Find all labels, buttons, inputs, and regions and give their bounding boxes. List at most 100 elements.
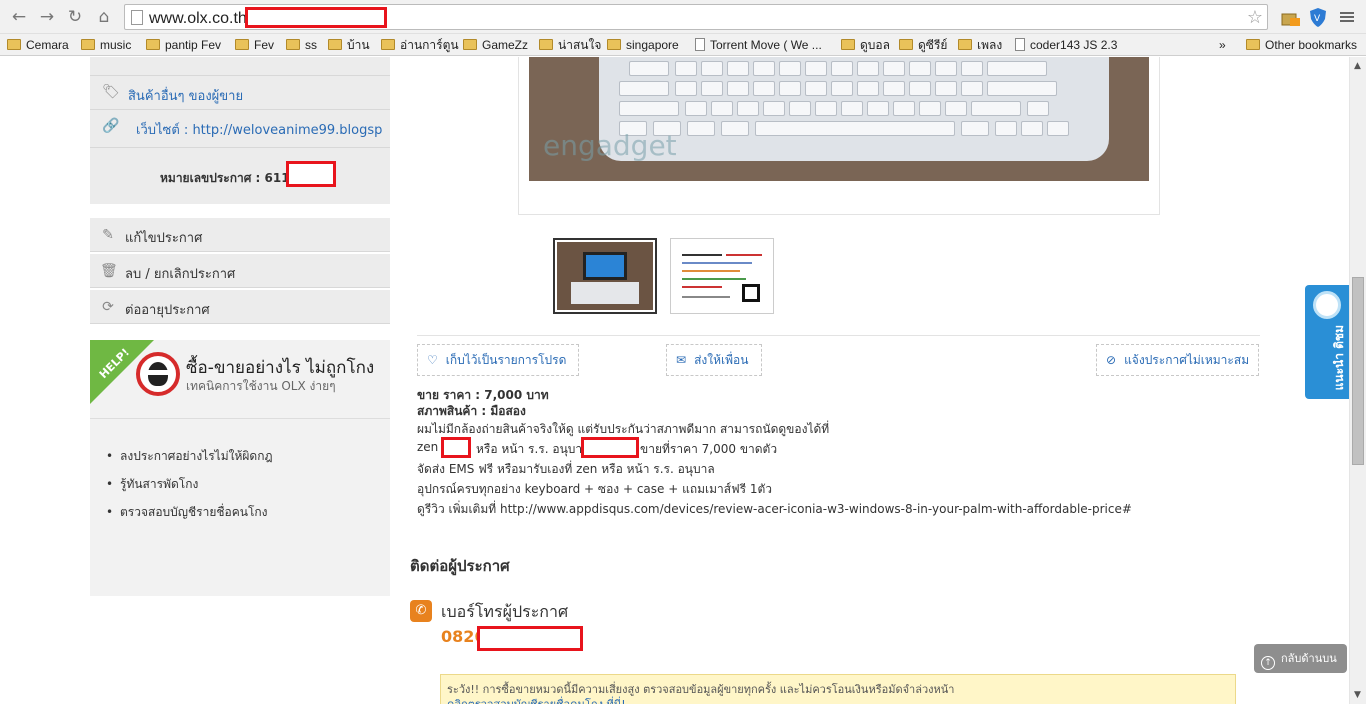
redaction-box — [245, 7, 387, 28]
ad-number-row: หมายเลขประกาศ : 611 — [90, 148, 390, 204]
ad-number-label: หมายเลขประกาศ : 611 — [160, 171, 290, 185]
redaction-box — [581, 437, 639, 458]
bookmark-item[interactable]: ดูบอล — [841, 37, 890, 53]
feedback-label: แนะนำ ติชม — [1332, 325, 1346, 391]
phone-icon: ✆ — [410, 600, 432, 622]
review-link-line: ดูรีวิว เพิ่มเติมที่ http://www.appdisqu… — [417, 502, 1132, 516]
website-label[interactable]: เว็บไซต์ : http://weloveanime99.blogsp — [136, 119, 382, 140]
report-ad-button[interactable]: ⊘ แจ้งประกาศไม่เหมาะสม — [1096, 344, 1259, 376]
bookmarks-overflow-button[interactable]: » — [1219, 37, 1226, 53]
home-icon[interactable]: ⌂ — [93, 6, 115, 28]
folder-icon — [286, 39, 300, 50]
bookmark-item[interactable]: coder143 JS 2.3 — [1015, 37, 1117, 53]
page-content: 🏷 สินค้าอื่นๆ ของผู้ขาย 🔗 เว็บไซต์ : htt… — [0, 57, 1349, 704]
bookmark-item[interactable]: บ้าน — [328, 37, 370, 53]
url-text: www.olx.co.th — [149, 10, 247, 27]
help-link[interactable]: รู้ทันสารพัดโกง — [104, 470, 273, 498]
other-products-link[interactable]: 🏷 สินค้าอื่นๆ ของผู้ขาย — [90, 76, 390, 110]
bookmark-item[interactable]: ss — [286, 37, 317, 53]
folder-icon — [539, 39, 553, 50]
pencil-icon: ✎ — [102, 227, 114, 243]
redaction-box — [441, 437, 471, 458]
divider — [90, 418, 390, 419]
bookmark-item[interactable]: GameZz — [463, 37, 528, 53]
page-icon — [131, 10, 143, 25]
bookmark-star-icon[interactable]: ☆ — [1247, 7, 1263, 28]
help-subtitle: เทคนิคการใช้งาน OLX ง่ายๆ — [186, 379, 336, 393]
scroll-down-icon[interactable]: ▼ — [1354, 690, 1361, 700]
save-favorite-button[interactable]: ♡ เก็บไว้เป็นรายการโปรด — [417, 344, 579, 376]
scrollbar-thumb[interactable] — [1352, 277, 1364, 465]
link-icon: 🔗 — [102, 118, 120, 134]
back-arrow-icon[interactable]: ← — [8, 6, 30, 28]
feedback-tab[interactable]: แนะนำ ติชม — [1305, 285, 1349, 399]
edit-ad-button[interactable]: ✎ แก้ไขประกาศ — [90, 218, 390, 252]
description-line: อุปกรณ์ครบทุกอย่าง keyboard + ซอง + case… — [417, 482, 772, 496]
bookmark-item[interactable]: pantip Fev — [146, 37, 221, 53]
warning-box: ระวัง!! การซื้อขายหมวดนี้มีความเสี่ยงสูง… — [440, 674, 1236, 704]
bookmark-item[interactable]: น่าสนใจ — [539, 37, 601, 53]
reload-icon[interactable]: ↻ — [64, 6, 86, 28]
folder-icon — [899, 39, 913, 50]
other-bookmarks[interactable]: Other bookmarks — [1246, 37, 1357, 53]
support-headset-icon — [1313, 291, 1341, 319]
vertical-scrollbar[interactable]: ▲ ▼ — [1349, 57, 1366, 704]
other-products-label[interactable]: สินค้าอื่นๆ ของผู้ขาย — [128, 85, 243, 106]
help-link[interactable]: ลงประกาศอย่างไรไม่ให้ผิดกฎ — [104, 442, 273, 470]
main-photo[interactable]: engadget — [529, 57, 1149, 181]
bookmark-item[interactable]: อ่านการ์ตูน — [381, 37, 459, 53]
scammer-list-link[interactable]: คลิกตรวจสอบบัญชีรายชื่อคนโกง ที่นี่! — [447, 695, 626, 704]
help-box: HELP! ซื้อ-ขายอย่างไร ไม่ถูกโกง เทคนิคกา… — [90, 340, 390, 596]
share-friend-button[interactable]: ✉ ส่งให้เพื่อน — [666, 344, 762, 376]
help-links: ลงประกาศอย่างไรไม่ให้ผิดกฎ รู้ทันสารพัดโ… — [104, 442, 273, 526]
bookmark-item[interactable]: Fev — [235, 37, 274, 53]
forward-arrow-icon[interactable]: → — [36, 6, 58, 28]
bookmark-item[interactable]: music — [81, 37, 131, 53]
page-icon — [1015, 38, 1025, 51]
scroll-up-icon[interactable]: ▲ — [1354, 61, 1361, 71]
description-line: หรือ หน้า ร.ร. อนุบา — [476, 442, 583, 456]
browser-toolbar: ← → ↻ ⌂ www.olx.co.th ☆ V — [0, 0, 1366, 34]
extension-icon[interactable] — [1279, 6, 1301, 28]
folder-icon — [958, 39, 972, 50]
bookmark-item[interactable]: singapore — [607, 37, 679, 53]
bookmark-item[interactable]: Torrent Move ( We ... — [695, 37, 822, 53]
thumbnail-1[interactable] — [553, 238, 657, 314]
folder-icon — [1246, 39, 1260, 50]
description-line: zen — [417, 440, 439, 454]
redaction-box — [477, 626, 583, 651]
seller-row-cut — [90, 57, 390, 76]
folder-icon — [7, 39, 21, 50]
renew-ad-label: ต่ออายุประกาศ — [125, 303, 210, 318]
heart-icon: ♡ — [427, 353, 438, 367]
delete-ad-button[interactable]: 🗑 ลบ / ยกเลิกประกาศ — [90, 254, 390, 288]
back-to-top-button[interactable]: ↑ กลับด้านบน — [1254, 644, 1347, 673]
menu-icon[interactable] — [1336, 6, 1358, 28]
redaction-box — [286, 161, 336, 187]
shield-icon[interactable]: V — [1307, 6, 1329, 28]
bookmark-item[interactable]: Cemara — [7, 37, 69, 53]
seller-box: 🏷 สินค้าอื่นๆ ของผู้ขาย 🔗 เว็บไซต์ : htt… — [90, 57, 390, 204]
bookmark-item[interactable]: เพลง — [958, 37, 1002, 53]
address-bar[interactable]: www.olx.co.th ☆ — [124, 4, 1268, 30]
condition-line: สภาพสินค้า : มือสอง — [417, 404, 526, 418]
bookmark-item[interactable]: ดูซีรีย์ — [899, 37, 947, 53]
folder-icon — [381, 39, 395, 50]
qr-code-icon — [742, 284, 760, 302]
photo-watermark: engadget — [543, 129, 677, 162]
folder-icon — [146, 39, 160, 50]
renew-ad-button[interactable]: ⟳ ต่ออายุประกาศ — [90, 290, 390, 324]
tablet-photo-thumbnail — [557, 242, 653, 310]
delete-ad-label: ลบ / ยกเลิกประกาศ — [125, 267, 236, 282]
folder-icon — [81, 39, 95, 50]
business-card-thumbnail — [674, 242, 770, 310]
envelope-icon: ✉ — [676, 353, 687, 367]
help-link[interactable]: ตรวจสอบบัญชีรายชื่อคนโกง — [104, 498, 273, 526]
divider — [417, 335, 1260, 336]
thumbnail-2[interactable] — [670, 238, 774, 314]
main-photo-frame: engadget — [518, 57, 1160, 215]
thief-logo-icon — [136, 352, 180, 396]
page-icon — [695, 38, 705, 51]
description-line: จัดส่ง EMS ฟรี หรือมารับเองที่ zen หรือ … — [417, 462, 715, 476]
website-link[interactable]: 🔗 เว็บไซต์ : http://weloveanime99.blogsp — [90, 110, 390, 148]
